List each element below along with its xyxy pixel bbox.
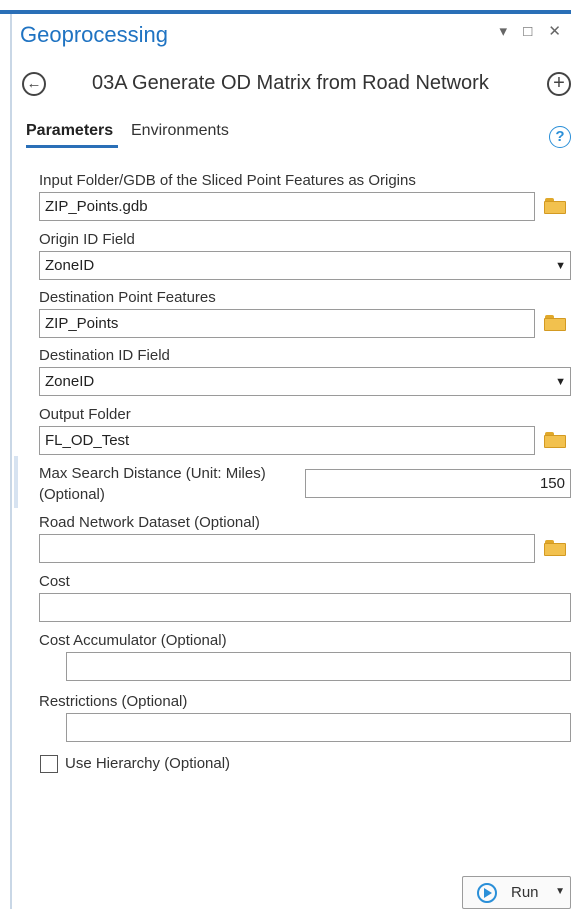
tool-name: 03A Generate OD Matrix from Road Network xyxy=(92,72,489,94)
road-network-field[interactable] xyxy=(39,534,535,563)
max-search-label-optional: (Optional) xyxy=(39,486,105,503)
cost-accumulator-field[interactable] xyxy=(66,652,571,681)
run-button[interactable]: Run ▼ xyxy=(462,876,571,909)
max-search-label: Max Search Distance (Unit: Miles) xyxy=(39,465,266,482)
dest-points-value: ZIP_Points xyxy=(45,315,119,332)
run-label: Run xyxy=(511,884,539,901)
cost-label: Cost xyxy=(39,573,70,590)
dest-points-label: Destination Point Features xyxy=(39,289,216,306)
output-folder-label: Output Folder xyxy=(39,406,131,423)
use-hierarchy-checkbox[interactable] xyxy=(40,755,58,773)
cost-field[interactable] xyxy=(39,593,571,622)
dest-id-label: Destination ID Field xyxy=(39,347,170,364)
chevron-down-icon: ▼ xyxy=(555,376,566,388)
input-folder-browse-icon[interactable] xyxy=(544,198,566,214)
play-icon xyxy=(477,883,497,903)
output-folder-value: FL_OD_Test xyxy=(45,432,130,449)
dest-id-select[interactable]: ZoneID ▼ xyxy=(39,367,571,396)
input-folder-field[interactable]: ZIP_Points.gdb xyxy=(39,192,535,221)
cost-accumulator-label: Cost Accumulator (Optional) xyxy=(39,632,227,649)
output-folder-field[interactable]: FL_OD_Test xyxy=(39,426,535,455)
window-controls[interactable]: ▾ □ ✕ xyxy=(500,22,568,40)
origin-id-value: ZoneID xyxy=(45,257,95,274)
tab-parameters[interactable]: Parameters xyxy=(26,122,113,140)
dest-points-field[interactable]: ZIP_Points xyxy=(39,309,535,338)
chevron-down-icon: ▼ xyxy=(555,260,566,272)
chevron-down-icon[interactable]: ▼ xyxy=(555,886,565,897)
active-param-marker xyxy=(14,456,18,508)
max-search-value: 150 xyxy=(539,475,565,492)
restrictions-field[interactable] xyxy=(66,713,571,742)
dest-points-browse-icon[interactable] xyxy=(544,315,566,331)
origin-id-label: Origin ID Field xyxy=(39,231,135,248)
active-tab-indicator xyxy=(26,145,118,148)
dest-id-value: ZoneID xyxy=(45,373,95,390)
help-icon[interactable]: ? xyxy=(549,126,571,148)
add-plus-icon[interactable]: + xyxy=(547,72,571,96)
output-folder-browse-icon[interactable] xyxy=(544,432,566,448)
input-folder-value: ZIP_Points.gdb xyxy=(45,198,148,215)
road-network-browse-icon[interactable] xyxy=(544,540,566,556)
geoprocessing-pane: Geoprocessing ▾ □ ✕ ← 03A Generate OD Ma… xyxy=(0,0,571,909)
pane-title: Geoprocessing xyxy=(20,22,168,47)
restrictions-label: Restrictions (Optional) xyxy=(39,693,188,710)
back-arrow-icon[interactable]: ← xyxy=(22,72,46,96)
pane-top-accent xyxy=(0,10,571,14)
road-network-label: Road Network Dataset (Optional) xyxy=(39,514,260,531)
origin-id-select[interactable]: ZoneID ▼ xyxy=(39,251,571,280)
use-hierarchy-label: Use Hierarchy (Optional) xyxy=(65,755,231,772)
pane-left-border xyxy=(10,14,12,909)
input-folder-label: Input Folder/GDB of the Sliced Point Fea… xyxy=(39,172,416,189)
tool-header: ← 03A Generate OD Matrix from Road Netwo… xyxy=(20,68,571,102)
tab-environments[interactable]: Environments xyxy=(131,122,229,140)
max-search-distance-input[interactable]: 150 xyxy=(305,469,571,498)
